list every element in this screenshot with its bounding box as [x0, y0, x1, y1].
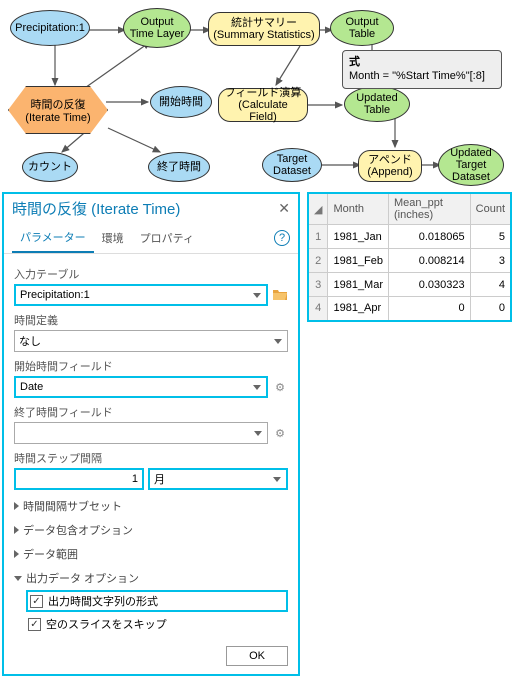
- label-end-field: 終了時間フィールド: [14, 404, 288, 420]
- time-definition-select[interactable]: なし: [14, 330, 288, 352]
- label-start-field: 開始時間フィールド: [14, 358, 288, 374]
- section-output-options[interactable]: 出力データ オプション: [14, 570, 288, 586]
- step-unit-select[interactable]: 月: [148, 468, 288, 490]
- label-input-table: 入力テーブル: [14, 266, 288, 282]
- model-diagram: Precipitation:1 Output Time Layer 統計サマリー…: [0, 0, 517, 192]
- node-updated-target-dataset[interactable]: Updated Target Dataset: [438, 144, 504, 186]
- parameters-form: 入力テーブル Precipitation:1 時間定義 なし 開始時間フィールド…: [4, 254, 298, 640]
- expression-tooltip: 式 Month = "%Start Time%"[:8]: [342, 50, 502, 89]
- section-subset[interactable]: 時間間隔サブセット: [14, 498, 288, 514]
- chevron-right-icon: [14, 526, 19, 534]
- check-skip-empty[interactable]: ✓ 空のスライスをスキップ: [28, 616, 288, 632]
- iterate-time-panel: 時間の反復 (Iterate Time) ✕ パラメーター 環境 プロパティ ?…: [2, 192, 300, 676]
- table-row[interactable]: 21981_Feb0.0082143: [308, 249, 511, 273]
- panel-tabs: パラメーター 環境 プロパティ ?: [4, 223, 298, 254]
- gear-icon[interactable]: ⚙: [272, 379, 288, 395]
- node-target-dataset[interactable]: Target Dataset: [262, 148, 322, 182]
- table-row[interactable]: 11981_Jan0.0180655: [308, 225, 511, 249]
- chevron-down-icon: [14, 576, 22, 581]
- corner-cell[interactable]: ◢: [308, 193, 328, 225]
- input-table-select[interactable]: Precipitation:1: [14, 284, 268, 306]
- node-summary-statistics[interactable]: 統計サマリー (Summary Statistics): [208, 12, 320, 46]
- node-precipitation[interactable]: Precipitation:1: [10, 10, 90, 46]
- section-inclusion[interactable]: データ包含オプション: [14, 522, 288, 538]
- tooltip-expression: Month = "%Start Time%"[:8]: [349, 69, 495, 83]
- table-row[interactable]: 31981_Mar0.0303234: [308, 273, 511, 297]
- node-end-time[interactable]: 終了時間: [148, 152, 210, 182]
- close-button[interactable]: ✕: [278, 200, 290, 217]
- tab-environment[interactable]: 環境: [94, 224, 132, 252]
- panel-title: 時間の反復 (Iterate Time): [12, 198, 180, 219]
- panel-header: 時間の反復 (Iterate Time) ✕: [4, 194, 298, 223]
- tooltip-title: 式: [349, 55, 495, 69]
- step-number-input[interactable]: 1: [14, 468, 144, 490]
- label-step-interval: 時間ステップ間隔: [14, 450, 288, 466]
- node-updated-table[interactable]: Updated Table: [344, 86, 410, 122]
- checkbox-icon: ✓: [28, 618, 41, 631]
- section-extent[interactable]: データ範囲: [14, 546, 288, 562]
- result-table: ◢ Month Mean_ppt (inches) Count 11981_Ja…: [307, 192, 512, 322]
- chevron-right-icon: [14, 502, 19, 510]
- col-mean[interactable]: Mean_ppt (inches): [389, 193, 471, 225]
- node-start-time[interactable]: 開始時間: [150, 86, 212, 118]
- gear-icon[interactable]: ⚙: [272, 425, 288, 441]
- label-time-definition: 時間定義: [14, 312, 288, 328]
- node-output-time-layer[interactable]: Output Time Layer: [123, 8, 191, 48]
- node-output-table[interactable]: Output Table: [330, 10, 394, 46]
- col-month[interactable]: Month: [328, 193, 389, 225]
- tab-parameters[interactable]: パラメーター: [12, 223, 94, 253]
- start-field-select[interactable]: Date: [14, 376, 268, 398]
- end-field-select[interactable]: [14, 422, 268, 444]
- chevron-right-icon: [14, 550, 19, 558]
- node-count[interactable]: カウント: [22, 152, 78, 182]
- table-row[interactable]: 41981_Apr00: [308, 297, 511, 321]
- table-header-row: ◢ Month Mean_ppt (inches) Count: [308, 193, 511, 225]
- ok-button[interactable]: OK: [226, 646, 288, 666]
- checkbox-icon: ✓: [30, 595, 43, 608]
- browse-icon[interactable]: [272, 287, 288, 303]
- node-append[interactable]: アペンド (Append): [358, 150, 422, 182]
- col-count[interactable]: Count: [470, 193, 511, 225]
- help-button[interactable]: ?: [274, 230, 290, 246]
- node-iterate-time[interactable]: 時間の反復 (Iterate Time): [8, 86, 108, 134]
- node-calculate-field[interactable]: フィールド演算 (Calculate Field): [218, 88, 308, 122]
- check-output-format[interactable]: ✓ 出力時間文字列の形式: [26, 590, 288, 612]
- tab-properties[interactable]: プロパティ: [132, 224, 202, 252]
